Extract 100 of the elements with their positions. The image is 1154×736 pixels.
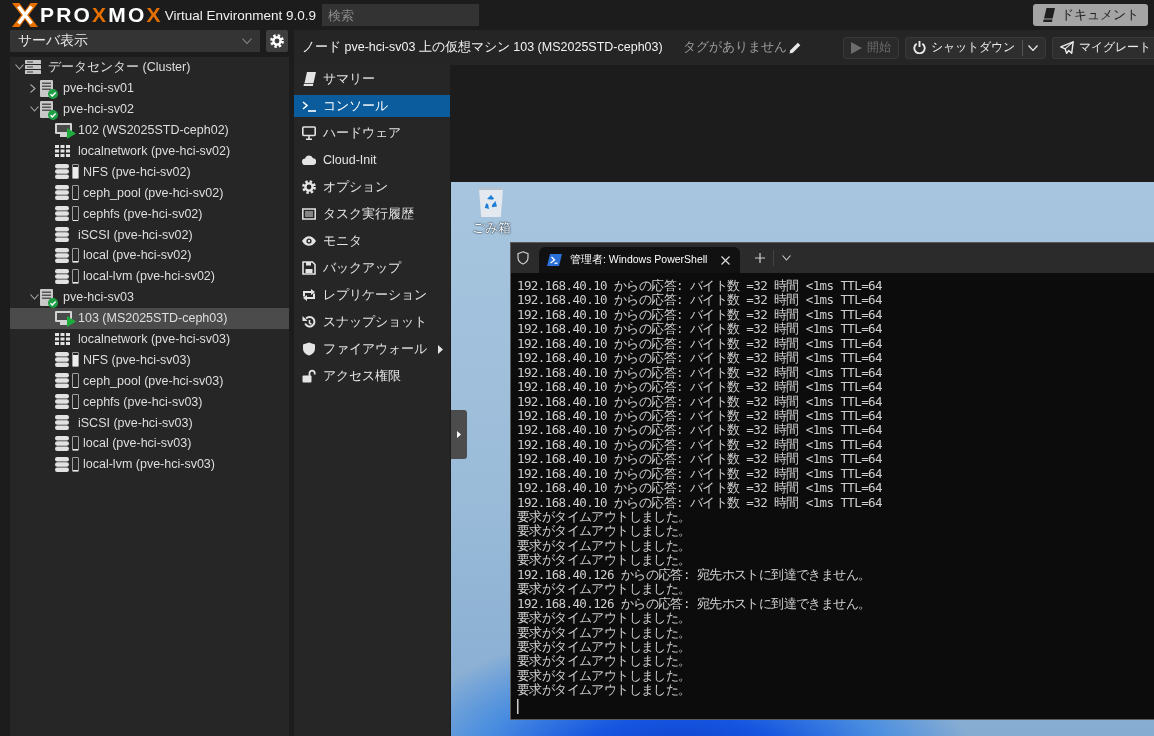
terminal-line: 192.168.40.10 からの応答: バイト数 =32 時間 <1ms TTL=64 (517, 495, 883, 510)
terminal-line: 192.168.40.10 からの応答: バイト数 =32 時間 <1ms TTL=64 (517, 365, 883, 380)
terminal-tab[interactable]: 管理者: Windows PowerShell (539, 247, 741, 273)
database-icon (55, 164, 69, 180)
menu-item[interactable]: Cloud-Init (294, 149, 450, 171)
tree-item[interactable]: iSCSI (pve-hci-sv03) (10, 412, 289, 434)
menu-item[interactable]: バックアップ (294, 257, 450, 279)
tree-item[interactable]: localnetwork (pve-hci-sv02) (10, 140, 289, 162)
menu-item[interactable]: アクセス権限 (294, 365, 450, 387)
repeat-arrows-icon (302, 288, 316, 302)
book-icon (302, 72, 316, 86)
tree-item[interactable]: local (pve-hci-sv03) (10, 433, 289, 454)
cloud-icon (302, 153, 316, 167)
tree-item[interactable]: cephfs (pve-hci-sv02) (10, 203, 289, 225)
menu-item[interactable]: コンソール (294, 95, 450, 117)
tree-item[interactable]: データセンター (Cluster) (10, 57, 289, 78)
chevron-down-icon[interactable] (15, 64, 24, 71)
terminal-line: 192.168.40.10 からの応答: バイト数 =32 時間 <1ms TTL=64 (517, 452, 883, 467)
tree-item[interactable]: ceph_pool (pve-hci-sv02) (10, 182, 289, 204)
chevron-right-icon[interactable] (30, 83, 36, 93)
monitor-icon (302, 126, 316, 140)
database-icon (55, 206, 69, 222)
terminal-line: 192.168.40.126 からの応答: 宛先ホストに到達できません。 (517, 596, 872, 611)
caret-down-icon[interactable] (1028, 44, 1038, 51)
history-icon (302, 315, 316, 329)
chevron-down-icon[interactable] (782, 255, 792, 261)
eye-icon (302, 234, 316, 248)
tree-item[interactable]: NFS (pve-hci-sv02) (10, 161, 289, 183)
gear-icon (270, 34, 284, 48)
terminal-line: 192.168.40.10 からの応答: バイト数 =32 時間 <1ms TTL=64 (517, 279, 883, 293)
tree-item[interactable]: cephfs (pve-hci-sv03) (10, 391, 289, 413)
tree-item[interactable]: localnetwork (pve-hci-sv03) (10, 328, 289, 350)
tree-item[interactable]: iSCSI (pve-hci-sv02) (10, 224, 289, 245)
terminal-line: 要求がタイムアウトしました。 (517, 639, 692, 654)
settings-button[interactable] (266, 30, 288, 52)
tree-item[interactable]: 102 (WS2025STD-ceph02) (10, 119, 289, 141)
plus-icon[interactable] (755, 253, 766, 263)
tree-item[interactable]: 103 (MS2025STD-ceph03) (10, 307, 289, 329)
logo-wordmark: PROXMOX (40, 3, 163, 27)
menu-item[interactable]: レプリケーション (294, 284, 450, 306)
menu-item[interactable]: ハードウェア (294, 122, 450, 144)
terminal-line: 要求がタイムアウトしました。 (517, 553, 692, 568)
terminal-line: 要求がタイムアウトしました。 (517, 683, 692, 698)
grid-icon (55, 333, 70, 345)
shield-outline-icon (517, 251, 529, 265)
terminal-line: 192.168.40.126 からの応答: 宛先ホストに到達できません。 (517, 567, 872, 582)
database-icon (55, 227, 69, 243)
migrate-button[interactable]: マイグレート (1052, 36, 1154, 59)
menu-item[interactable]: モニタ (294, 230, 450, 252)
menu-item[interactable]: タスク実行履歴 (294, 203, 450, 225)
tree-item[interactable]: pve-hci-sv02 (10, 98, 289, 120)
menu-item[interactable]: スナップショット (294, 311, 450, 333)
database-icon (55, 394, 69, 410)
tree-item[interactable]: pve-hci-sv03 (10, 286, 289, 308)
database-icon (55, 247, 69, 263)
caret-right-icon[interactable] (438, 344, 443, 354)
tree-item[interactable]: local-lvm (pve-hci-sv03) (10, 453, 289, 475)
terminal-line: 要求がタイムアウトしました。 (517, 582, 692, 597)
grid-icon (55, 145, 70, 157)
terminal-icon (302, 99, 316, 113)
search-field[interactable]: 検索 (322, 4, 480, 26)
terminal-line: 192.168.40.10 からの応答: バイト数 =32 時間 <1ms TTL=64 (517, 351, 883, 366)
menu-item[interactable]: サマリー (294, 68, 450, 90)
list-icon (302, 207, 316, 221)
terminal-line: 192.168.40.10 からの応答: バイト数 =32 時間 <1ms TTL=64 (517, 293, 883, 308)
terminal-line: 要求がタイムアウトしました。 (517, 524, 692, 539)
power-icon (913, 41, 926, 54)
unlocked-padlock-icon (302, 369, 316, 383)
terminal-line: 192.168.40.10 からの応答: バイト数 =32 時間 <1ms TTL=64 (517, 423, 883, 438)
close-icon[interactable] (721, 255, 731, 265)
chevron-down-icon (242, 38, 252, 44)
tree-item[interactable]: local-lvm (pve-hci-sv02) (10, 265, 289, 287)
tree-item[interactable]: local (pve-hci-sv02) (10, 245, 289, 266)
menu-item[interactable]: オプション (294, 176, 450, 198)
pencil-icon[interactable] (788, 41, 801, 54)
caret-right-icon (457, 431, 461, 438)
terminal-line: 要求がタイムアウトしました。 (517, 625, 692, 640)
shield-icon (302, 342, 316, 356)
chevron-down-icon[interactable] (30, 294, 39, 301)
tree-item[interactable]: NFS (pve-hci-sv03) (10, 349, 289, 371)
tree-item[interactable]: pve-hci-sv01 (10, 77, 289, 99)
shutdown-button[interactable]: シャットダウン (905, 36, 1046, 59)
panel-handle[interactable] (451, 410, 467, 459)
terminal-line: 192.168.40.10 からの応答: バイト数 =32 時間 <1ms TTL=64 (517, 481, 883, 496)
terminal-line: 要求がタイムアウトしました。 (517, 611, 692, 626)
menu-item[interactable]: ファイアウォール (294, 338, 450, 360)
database-icon (55, 456, 69, 472)
chevron-down-icon[interactable] (30, 106, 39, 113)
server-rack-icon (25, 60, 41, 75)
terminal-line: 192.168.40.10 からの応答: バイト数 =32 時間 <1ms TTL=64 (517, 437, 883, 452)
terminal-line: 192.168.40.10 からの応答: バイト数 =32 時間 <1ms TTL=64 (517, 380, 883, 395)
logo-x-icon (12, 3, 38, 27)
database-icon (55, 415, 69, 431)
play-icon (851, 41, 862, 54)
documentation-button[interactable]: ドキュメント (1033, 4, 1148, 26)
text-cursor-icon (517, 698, 519, 714)
view-select[interactable]: サーバ表示 (10, 30, 260, 52)
tree-item[interactable]: ceph_pool (pve-hci-sv03) (10, 370, 289, 392)
terminal-line: 192.168.40.10 からの応答: バイト数 =32 時間 <1ms TTL=64 (517, 394, 883, 409)
terminal-line: 192.168.40.10 からの応答: バイト数 =32 時間 <1ms TTL=64 (517, 466, 883, 481)
